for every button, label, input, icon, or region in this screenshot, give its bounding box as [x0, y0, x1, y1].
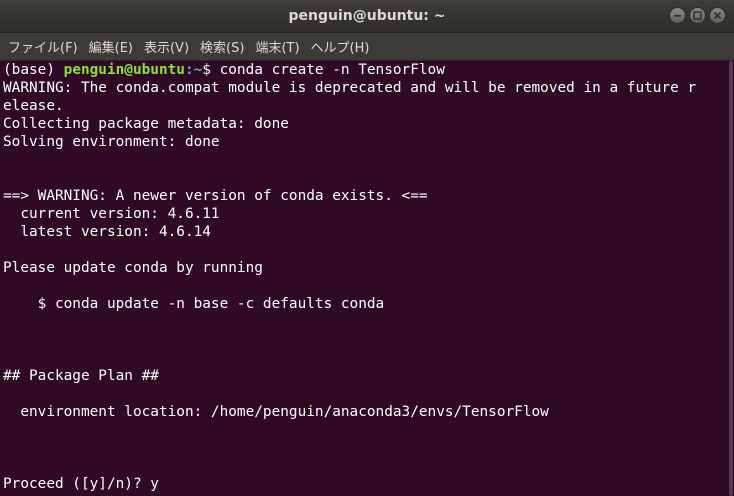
- menu-help[interactable]: ヘルプ(H): [311, 37, 370, 56]
- scrollbar[interactable]: [728, 61, 734, 496]
- output-line: Please update conda by running: [3, 260, 263, 276]
- output-line: elease.: [3, 98, 64, 114]
- menu-view[interactable]: 表示(V): [144, 37, 189, 56]
- output-line: current version: 4.6.11: [3, 206, 220, 222]
- output-line: Solving environment: done: [3, 134, 220, 150]
- close-icon: [713, 11, 722, 20]
- prompt-line: (base) penguin@ubuntu:~$ conda create -n…: [3, 61, 728, 79]
- menu-edit[interactable]: 編集(E): [89, 37, 133, 56]
- terminal-output[interactable]: (base) penguin@ubuntu:~$ conda create -n…: [0, 61, 728, 496]
- menu-bar: ファイル(F) 編集(E) 表示(V) 検索(S) 端末(T) ヘルプ(H): [0, 33, 734, 61]
- prompt-symbol: $: [202, 62, 220, 78]
- maximize-icon: [693, 11, 702, 20]
- output-line: ==> WARNING: A newer version of conda ex…: [3, 188, 428, 204]
- window-controls: [669, 7, 726, 24]
- menu-file[interactable]: ファイル(F): [8, 37, 78, 56]
- prompt-command: conda create -n TensorFlow: [219, 62, 445, 78]
- output-line: latest version: 4.6.14: [3, 224, 211, 240]
- maximize-button[interactable]: [689, 7, 706, 24]
- window-title: penguin@ubuntu: ~: [288, 8, 446, 24]
- title-bar[interactable]: penguin@ubuntu: ~: [0, 0, 734, 33]
- output-line: Proceed ([y]/n)? y: [3, 476, 159, 492]
- scrollbar-thumb[interactable]: [729, 61, 733, 496]
- menu-terminal[interactable]: 端末(T): [255, 37, 299, 56]
- menu-search[interactable]: 検索(S): [200, 37, 244, 56]
- output-line: $ conda update -n base -c defaults conda: [3, 296, 385, 312]
- minimize-button[interactable]: [669, 7, 686, 24]
- output-line: WARNING: The conda.compat module is depr…: [3, 80, 697, 96]
- output-line: ## Package Plan ##: [3, 368, 159, 384]
- terminal-window: penguin@ubuntu: ~ ファイル(F) 編集(E) 表示(V) 検索…: [0, 0, 734, 496]
- prompt-env: (base): [3, 62, 64, 78]
- close-button[interactable]: [709, 7, 726, 24]
- output-line: Collecting package metadata: done: [3, 116, 289, 132]
- prompt-user-host: penguin@ubuntu: [63, 62, 185, 78]
- output-line: environment location: /home/penguin/anac…: [3, 404, 549, 420]
- minimize-icon: [674, 15, 681, 17]
- prompt-path: :~: [184, 62, 203, 78]
